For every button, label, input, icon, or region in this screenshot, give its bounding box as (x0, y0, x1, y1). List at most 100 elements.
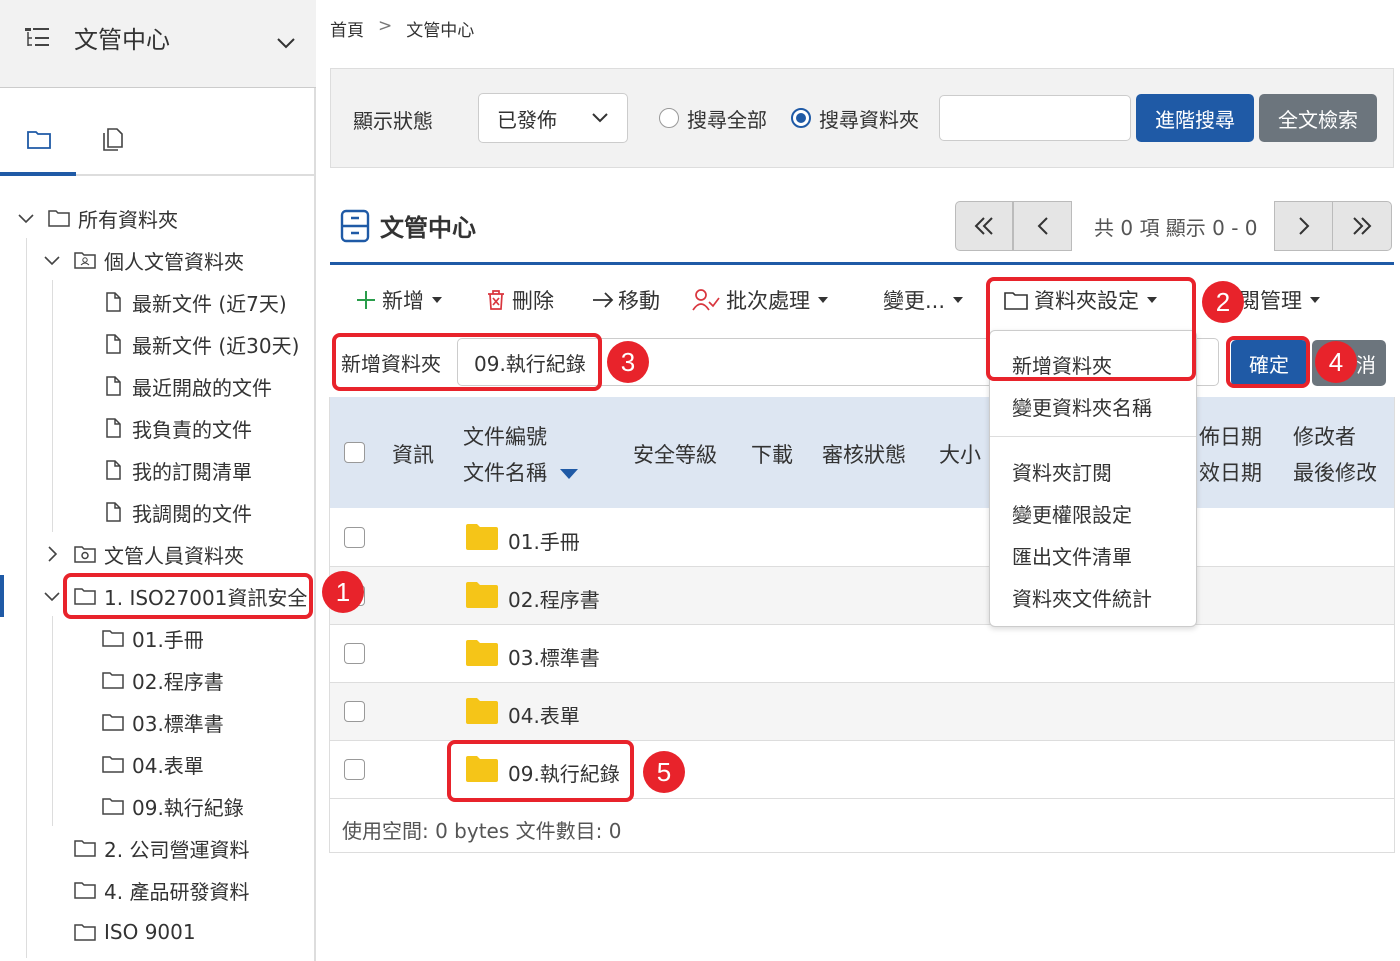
radio-search-all[interactable] (659, 108, 679, 128)
menu-item-permissions[interactable]: 變更權限設定 (1012, 499, 1132, 528)
tree-item-sub3[interactable]: 03.標準書 (102, 704, 224, 740)
folder-icon (74, 924, 96, 941)
add-label: 新增 (382, 289, 424, 313)
next-page-button[interactable] (1274, 201, 1333, 251)
header-info[interactable]: 資訊 (392, 439, 434, 469)
header-modifier[interactable]: 修改者 (1293, 421, 1356, 451)
tree-item-my-borrowed[interactable]: 我調閱的文件 (102, 494, 252, 530)
tree-item-label: 我調閱的文件 (132, 501, 252, 526)
tree-item-label: 09.執行紀錄 (132, 795, 244, 820)
tree-item-rnd[interactable]: 4. 產品研發資料 (74, 872, 249, 908)
tree-item-sub4[interactable]: 04.表單 (102, 746, 204, 782)
header-doc-name[interactable]: 文件名稱 (463, 457, 578, 487)
header-size[interactable]: 大小 (939, 439, 981, 469)
radio-search-folder-label[interactable]: 搜尋資料夾 (819, 104, 919, 133)
select-all-checkbox[interactable] (344, 442, 365, 463)
chevron-right-icon (1298, 217, 1309, 235)
tree-item-sub2[interactable]: 02.程序書 (102, 662, 224, 698)
header-download[interactable]: 下載 (751, 439, 793, 469)
chevron-down-icon[interactable] (42, 585, 62, 607)
header-last-modified[interactable]: 最後修改 (1293, 457, 1377, 487)
header-doc-no[interactable]: 文件編號 (463, 421, 547, 451)
menu-item-export-list[interactable]: 匯出文件清單 (1012, 541, 1132, 570)
tree-item-recent30[interactable]: 最新文件 (近30天) (102, 326, 299, 362)
table-row[interactable]: 02.程序書 (330, 567, 1394, 625)
radio-search-folder[interactable] (791, 108, 811, 128)
fulltext-search-button[interactable]: 全文檢索 (1259, 94, 1377, 142)
tree-item-personal[interactable]: 個人文管資料夾 (42, 242, 244, 278)
radio-search-all-label[interactable]: 搜尋全部 (687, 104, 767, 133)
tree-item-recent-opened[interactable]: 最近開啟的文件 (102, 368, 272, 404)
tree-item-iso9001[interactable]: ISO 9001 (74, 914, 196, 950)
user-check-icon (692, 289, 720, 311)
add-menu-button[interactable]: 新增 (356, 283, 442, 317)
tree-item-all-folders[interactable]: 所有資料夾 (16, 200, 178, 236)
header-security[interactable]: 安全等級 (633, 439, 717, 469)
breadcrumb-home[interactable]: 首頁 (330, 16, 364, 41)
folder-icon (48, 210, 70, 227)
personal-folder-icon (74, 252, 96, 269)
menu-item-subscribe-folder[interactable]: 資料夾訂閱 (1012, 457, 1112, 486)
batch-menu-button[interactable]: 批次處理 (692, 283, 828, 317)
search-input[interactable] (939, 95, 1131, 141)
tree-item-company[interactable]: 2. 公司營運資料 (74, 830, 249, 866)
tree-item-my-subscriptions[interactable]: 我的訂閱清單 (102, 452, 252, 488)
table-row[interactable]: 03.標準書 (330, 625, 1394, 683)
breadcrumb-separator: > (378, 16, 393, 36)
annotation-badge-2: 2 (1202, 281, 1244, 323)
first-page-button[interactable] (955, 201, 1013, 251)
sidebar-header[interactable]: 文管中心 (0, 0, 316, 88)
prev-page-button[interactable] (1013, 201, 1072, 251)
tree-item-label: 所有資料夾 (78, 207, 178, 232)
last-page-button[interactable] (1332, 201, 1392, 251)
tree-item-label: 最新文件 (近30天) (132, 333, 300, 358)
tree-item-sub1[interactable]: 01.手冊 (102, 620, 204, 656)
tree-item-my-responsible[interactable]: 我負責的文件 (102, 410, 252, 446)
subscription-menu-button[interactable]: 訂閱管理 (1239, 283, 1349, 317)
row-name[interactable]: 04.表單 (508, 700, 580, 729)
advanced-search-button[interactable]: 進階搜尋 (1136, 94, 1254, 142)
annotation-box-4 (1226, 336, 1310, 388)
tree-item-label: 我負責的文件 (132, 417, 252, 442)
tree-item-label: 文管人員資料夾 (104, 543, 244, 568)
row-checkbox[interactable] (344, 527, 365, 548)
document-icon (106, 334, 121, 354)
annotation-badge-3: 3 (607, 341, 649, 383)
row-checkbox[interactable] (344, 701, 365, 722)
tree-item-label: 01.手冊 (132, 627, 204, 652)
header-review[interactable]: 審核狀態 (822, 439, 906, 469)
table-row[interactable]: 01.手冊 (330, 509, 1394, 567)
header-publish-date[interactable]: 佈日期 (1199, 421, 1262, 451)
documents-tab-icon[interactable] (102, 127, 124, 151)
sidebar-title: 文管中心 (74, 26, 170, 54)
folder-tab-icon[interactable] (27, 128, 51, 150)
row-checkbox[interactable] (344, 643, 365, 664)
change-menu-button[interactable]: 變更... (883, 283, 964, 317)
status-select[interactable]: 已發佈 (478, 93, 628, 143)
menu-item-folder-stats[interactable]: 資料夾文件統計 (1012, 583, 1152, 612)
move-button[interactable]: 移動 (592, 283, 660, 317)
arrow-right-icon (593, 292, 614, 308)
section-divider (330, 262, 1394, 265)
menu-item-rename-folder[interactable]: 變更資料夾名稱 (1012, 392, 1152, 421)
chevron-down-icon[interactable] (42, 249, 62, 271)
header-doc-name-label: 文件名稱 (463, 461, 547, 485)
tree-item-label: 個人文管資料夾 (104, 249, 244, 274)
table-row[interactable]: 04.表單 (330, 683, 1394, 741)
folder-icon (102, 798, 124, 815)
tree-guide (52, 280, 53, 532)
tree-item-label: 03.標準書 (132, 711, 224, 736)
tree-item-recent7[interactable]: 最新文件 (近7天) (102, 284, 287, 320)
chevron-down-icon[interactable] (16, 207, 36, 229)
row-checkbox[interactable] (344, 759, 365, 780)
chevron-right-icon[interactable] (42, 543, 62, 565)
delete-button[interactable]: 刪除 (486, 283, 554, 317)
header-effective-date[interactable]: 效日期 (1199, 457, 1262, 487)
chevron-down-icon[interactable] (276, 36, 296, 50)
settings-folder-icon (74, 546, 96, 563)
row-name[interactable]: 03.標準書 (508, 642, 600, 671)
tree-item-sub9[interactable]: 09.執行紀錄 (102, 788, 244, 824)
row-name[interactable]: 01.手冊 (508, 526, 580, 555)
row-name[interactable]: 02.程序書 (508, 584, 600, 613)
tree-item-staff[interactable]: 文管人員資料夾 (42, 536, 244, 572)
